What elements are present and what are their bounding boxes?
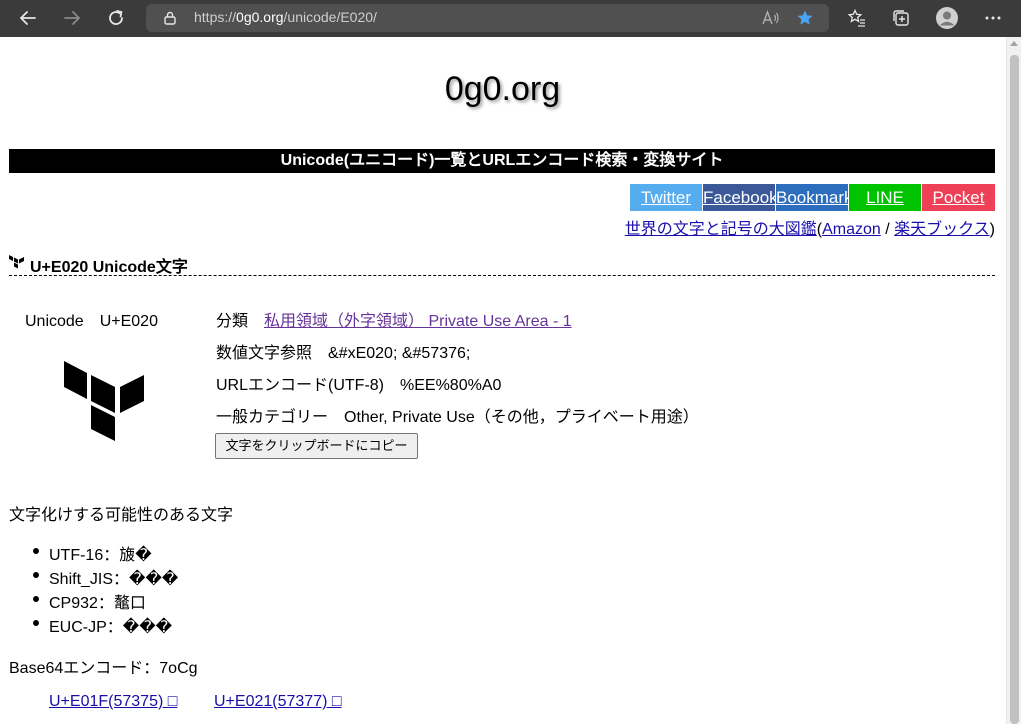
list-item: UTF-16：旇� xyxy=(32,541,178,565)
favorites-list-icon xyxy=(847,8,865,27)
share-pocket-button[interactable]: Pocket xyxy=(922,184,995,211)
amazon-link[interactable]: Amazon xyxy=(822,221,881,238)
next-character-link[interactable]: U+E021(57377) □ xyxy=(214,693,342,711)
character-glyph xyxy=(64,361,144,441)
numeric-reference: 数値文字参照 &#xE020; &#57376; xyxy=(216,345,471,362)
general-category: 一般カテゴリー Other, Private Use（その他，プライベート用途） xyxy=(216,409,699,426)
favorites-button[interactable] xyxy=(843,4,871,32)
scroll-up-arrow-icon[interactable] xyxy=(1010,41,1018,46)
back-button[interactable] xyxy=(14,4,42,32)
url-encode-value: URLエンコード(UTF-8) %EE%80%A0 xyxy=(216,377,502,394)
forward-button[interactable] xyxy=(58,4,86,32)
share-facebook-button[interactable]: Facebook xyxy=(703,184,775,211)
profile-button[interactable] xyxy=(933,4,961,32)
read-aloud-icon[interactable] xyxy=(762,10,780,26)
category-row: 分類 私用領域（外字領域） Private Use Area - 1 xyxy=(216,313,572,330)
share-twitter-button[interactable]: Twitter xyxy=(630,184,702,211)
copy-to-clipboard-button[interactable]: 文字をクリップボードにコピー xyxy=(215,433,418,459)
share-line-button[interactable]: LINE xyxy=(849,184,921,211)
address-bar[interactable]: https://0g0.org/unicode/E020/ xyxy=(146,4,829,32)
base64-value: Base64エンコード：7oCg xyxy=(9,660,198,677)
more-dots-icon xyxy=(985,16,1001,20)
menu-button[interactable] xyxy=(979,4,1007,32)
forward-arrow-icon xyxy=(64,11,80,25)
page-content: 0g0.org Unicode(ユニコード)一覧とURLエンコード検索・変換サイ… xyxy=(0,37,1005,724)
list-item: EUC-JP：��� xyxy=(32,613,178,637)
vertical-scrollbar[interactable] xyxy=(1006,37,1021,724)
lock-icon xyxy=(164,11,176,25)
list-item: Shift_JIS：��� xyxy=(32,565,178,589)
site-title[interactable]: 0g0.org xyxy=(0,70,1005,109)
terraform-glyph-icon xyxy=(9,255,24,269)
book-promo: 世界の文字と記号の大図鑑(Amazon / 楽天ブックス) xyxy=(624,221,995,238)
share-bookmark-button[interactable]: Bookmark xyxy=(776,184,848,211)
back-arrow-icon xyxy=(20,11,36,25)
book-title-link[interactable]: 世界の文字と記号の大図鑑 xyxy=(625,221,817,238)
collections-button[interactable] xyxy=(887,4,915,32)
rakuten-link[interactable]: 楽天ブックス xyxy=(894,221,990,238)
garble-section-title: 文字化けする可能性のある文字 xyxy=(9,507,234,524)
unicode-code-label: Unicode U+E020 xyxy=(25,313,158,330)
refresh-icon xyxy=(109,10,123,25)
garble-list: UTF-16：旇� Shift_JIS：��� CP932：鼇口 EUC-JP：… xyxy=(32,541,178,637)
scrollbar-thumb[interactable] xyxy=(1010,55,1019,724)
url-text: https://0g0.org/unicode/E020/ xyxy=(194,9,377,25)
site-banner: Unicode(ユニコード)一覧とURLエンコード検索・変換サイト xyxy=(9,149,995,173)
list-item: CP932：鼇口 xyxy=(32,589,178,613)
category-link[interactable]: 私用領域（外字領域） Private Use Area - 1 xyxy=(264,313,572,330)
refresh-button[interactable] xyxy=(102,4,130,32)
character-heading-text: U+E020 Unicode文字 xyxy=(30,259,188,276)
prev-character-link[interactable]: U+E01F(57375) □ xyxy=(49,693,177,711)
browser-toolbar: https://0g0.org/unicode/E020/ xyxy=(0,0,1021,37)
favorite-star-icon[interactable] xyxy=(796,9,814,27)
avatar-icon xyxy=(936,7,958,29)
character-heading: U+E020 Unicode文字 xyxy=(9,251,995,276)
collections-icon xyxy=(893,10,909,26)
